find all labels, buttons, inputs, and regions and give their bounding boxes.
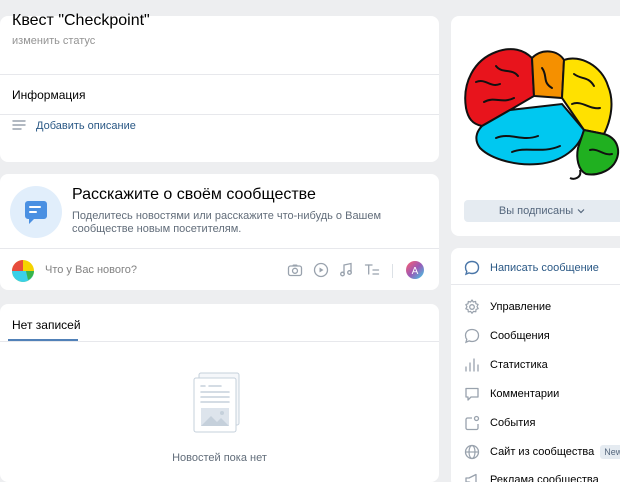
brain-logo <box>462 38 620 183</box>
stats-icon <box>464 357 480 373</box>
camera-icon[interactable] <box>287 262 303 281</box>
divider <box>0 74 439 75</box>
menu-item-comments[interactable]: Комментарии <box>464 384 559 404</box>
text-format-icon[interactable] <box>364 262 380 281</box>
community-title: Квест "Checkpoint" <box>12 12 150 29</box>
divider <box>0 341 439 342</box>
gear-icon <box>464 299 480 315</box>
menu-label: Сообщения <box>490 330 550 342</box>
menu-label: События <box>490 417 536 429</box>
divider <box>451 284 620 285</box>
music-icon[interactable] <box>338 262 354 281</box>
tab-no-posts[interactable]: Нет записей <box>12 318 81 332</box>
promo-title: Расскажите о своём сообществе <box>72 186 316 203</box>
menu-item-site-builder[interactable]: Сайт из сообщества New <box>464 442 620 462</box>
menu-label: Сайт из сообщества <box>490 446 595 458</box>
new-badge: New <box>600 445 620 459</box>
globe-icon <box>464 444 480 460</box>
menu-label: Статистика <box>490 359 548 371</box>
menu-item-events[interactable]: События <box>464 413 535 433</box>
comments-icon <box>464 386 480 402</box>
author-initial: А <box>412 266 419 277</box>
new-post-input[interactable]: Что у Вас нового? <box>45 264 137 276</box>
promo-description: Поделитесь новостями или расскажите что-… <box>72 210 382 235</box>
change-status-link[interactable]: изменить статус <box>12 35 95 47</box>
menu-label: Написать сообщение <box>490 262 599 274</box>
author-selector[interactable]: А <box>406 261 424 282</box>
menu-item-ads[interactable]: Реклама сообщества <box>464 470 599 482</box>
megaphone-icon <box>464 472 480 482</box>
add-description-label: Добавить описание <box>36 120 136 132</box>
chevron-down-icon <box>577 205 585 217</box>
active-tab-indicator <box>8 339 78 341</box>
menu-label: Управление <box>490 301 552 313</box>
info-section-label: Информация <box>12 88 86 102</box>
empty-feed-icon <box>193 372 243 437</box>
write-message-button[interactable]: Написать сообщение <box>464 258 599 278</box>
subscribed-label: Вы подписаны <box>498 205 574 217</box>
add-description-button[interactable]: Добавить описание <box>12 116 136 136</box>
menu-label: Реклама сообщества <box>490 474 599 482</box>
text-lines-icon <box>12 119 26 134</box>
menu-item-statistics[interactable]: Статистика <box>464 355 548 375</box>
menu-label: Комментарии <box>490 388 560 400</box>
chat-bubble-icon <box>464 328 480 344</box>
menu-item-messages[interactable]: Сообщения <box>464 326 550 346</box>
message-bubble-icon <box>464 260 480 276</box>
video-icon[interactable] <box>313 262 329 281</box>
toolbar-separator <box>392 264 393 278</box>
divider <box>0 114 439 115</box>
empty-feed-text: Новостей пока нет <box>172 452 267 464</box>
news-bubble-icon <box>10 186 62 241</box>
author-avatar[interactable] <box>12 260 34 285</box>
menu-item-manage[interactable]: Управление <box>464 297 551 317</box>
subscribed-button[interactable]: Вы подписаны <box>464 200 620 222</box>
events-icon <box>464 415 480 431</box>
divider <box>0 248 439 249</box>
